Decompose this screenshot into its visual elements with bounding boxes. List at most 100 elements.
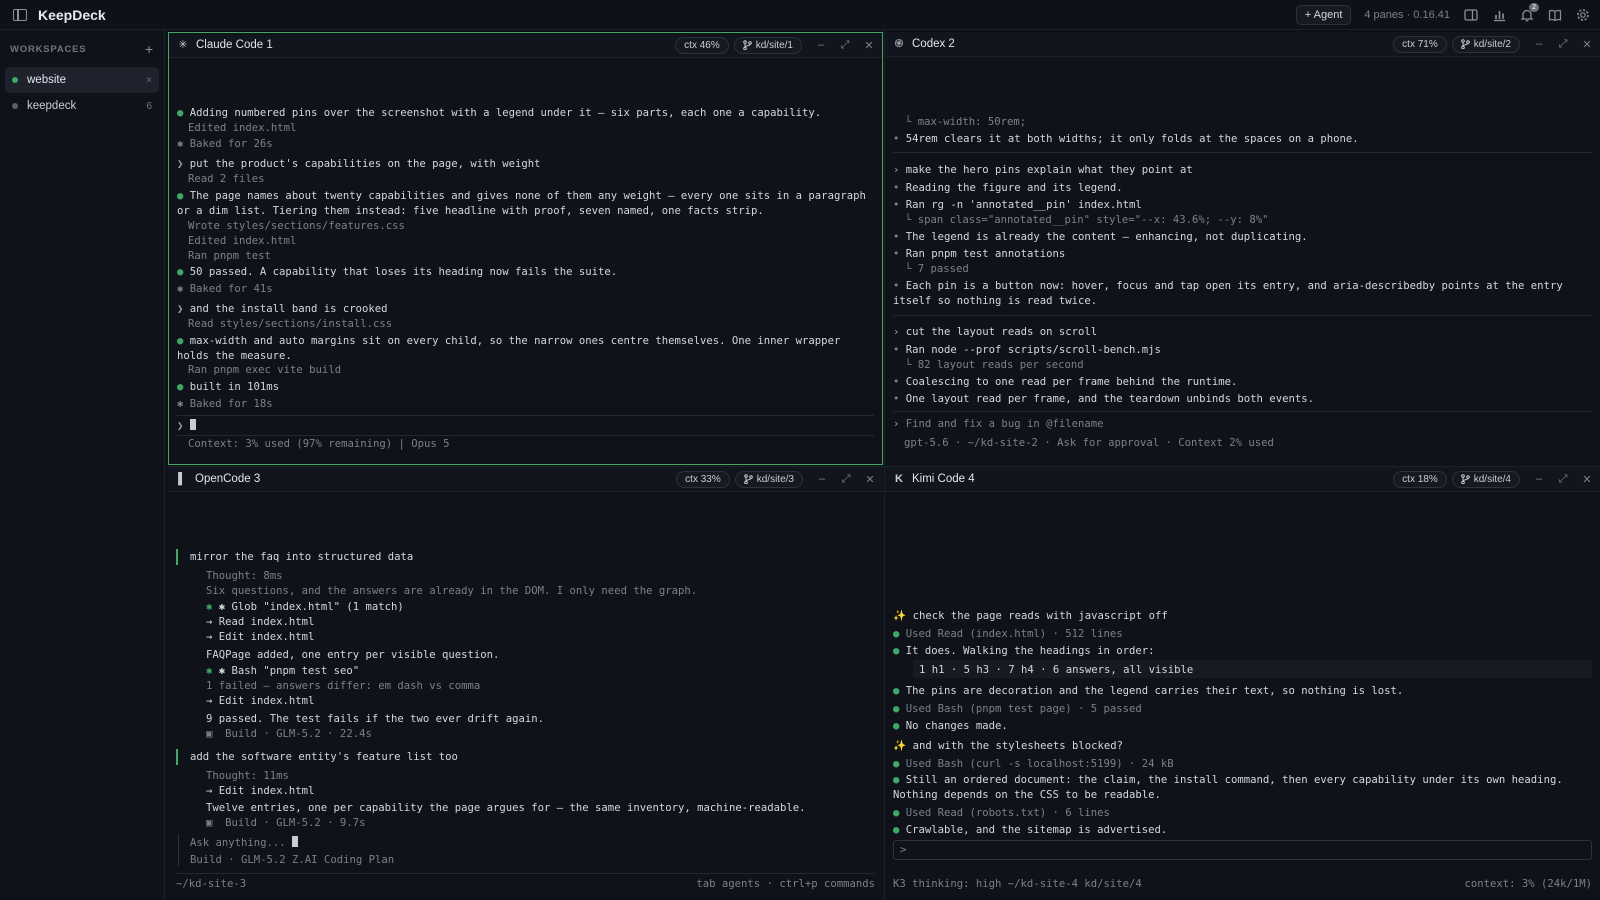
prompt-input[interactable]: › Find and fix a bug in @filename bbox=[893, 417, 1592, 432]
transcript-line: • Reading the figure and its legend. bbox=[893, 182, 1123, 194]
text-cursor bbox=[292, 836, 299, 847]
add-workspace-icon[interactable]: + bbox=[145, 41, 154, 57]
branch-chip[interactable]: kd/site/3 bbox=[734, 470, 803, 488]
footer-context: context: 3% (24k/1M) bbox=[1464, 878, 1592, 890]
transcript-line: ● Adding numbered pins over the screensh… bbox=[177, 107, 822, 119]
bell-icon[interactable]: 2 bbox=[1519, 2, 1539, 23]
context-chip: ctx 33% bbox=[676, 470, 730, 488]
add-agent-button[interactable]: + Agent bbox=[1295, 5, 1352, 25]
transcript-line: └ max-width: 50rem; bbox=[905, 116, 1027, 128]
sidebar-item-website[interactable]: website × bbox=[5, 67, 159, 93]
sidebar: WORKSPACES + website × keepdeck 6 bbox=[0, 30, 165, 900]
git-branch-icon bbox=[743, 474, 753, 484]
pane-header: K Kimi Code 4 ctx 18% kd/site/4 – ⤢ ✕ bbox=[885, 467, 1600, 492]
transcript-line: • Each pin is a button now: hover, focus… bbox=[893, 280, 1570, 307]
minimize-icon[interactable]: – bbox=[816, 39, 826, 51]
transcript-line: → Edit index.html bbox=[206, 631, 315, 643]
git-branch-icon bbox=[742, 40, 752, 50]
minimize-icon[interactable]: – bbox=[817, 473, 827, 485]
git-branch-icon bbox=[1460, 474, 1470, 484]
git-branch-icon bbox=[1460, 39, 1470, 49]
branch-name: kd/site/4 bbox=[1473, 473, 1511, 485]
transcript-line: ● built in 101ms bbox=[177, 381, 280, 393]
divider bbox=[893, 411, 1592, 412]
transcript-line: FAQPage added, one entry per visible que… bbox=[206, 649, 500, 661]
transcript-line: ● max-width and auto margins sit on ever… bbox=[177, 335, 847, 362]
sidebar-item-keepdeck[interactable]: keepdeck 6 bbox=[5, 93, 159, 119]
pane-title: Codex 2 bbox=[912, 38, 955, 50]
transcript-line: • Ran rg -n 'annotated__pin' index.html bbox=[893, 199, 1142, 211]
minimize-icon[interactable]: – bbox=[1534, 38, 1544, 50]
transcript-line: ❯ put the product's capabilities on the … bbox=[177, 158, 541, 170]
prompt-input[interactable]: Ask anything... bbox=[190, 836, 875, 851]
user-message: ✨ and with the stylesheets blocked? bbox=[893, 740, 1124, 752]
title-bar: KeepDeck + Agent 4 panes · 0.16.41 2 bbox=[0, 0, 1600, 30]
branch-chip[interactable]: kd/site/4 bbox=[1451, 470, 1520, 488]
transcript-line: ● Used Bash (pnpm test page) · 5 passed bbox=[893, 703, 1142, 715]
app-title: KeepDeck bbox=[38, 6, 106, 23]
transcript: mirror the faq into structured data Thou… bbox=[168, 492, 883, 897]
pane-divider-vertical[interactable] bbox=[884, 30, 885, 900]
minimize-icon[interactable]: – bbox=[1534, 473, 1544, 485]
pane-codex[interactable]: ֎ Codex 2 ctx 71% kd/site/2 – ⤢ ✕ └ max-… bbox=[885, 32, 1600, 465]
transcript-line: 9 passed. The test fails if the two ever… bbox=[206, 713, 545, 725]
close-icon[interactable]: ✕ bbox=[1582, 38, 1592, 51]
branch-name: kd/site/1 bbox=[755, 39, 793, 51]
pane-claude-code[interactable]: ✳ Claude Code 1 ctx 46% kd/site/1 – ⤢ ✕ … bbox=[168, 32, 883, 465]
transcript-line: ● 50 passed. A capability that loses its… bbox=[177, 266, 618, 278]
expand-icon[interactable]: ⤢ bbox=[1558, 473, 1568, 486]
transcript-line: Ran pnpm exec vite build bbox=[188, 364, 342, 376]
sidebar-toggle-icon[interactable] bbox=[13, 8, 27, 21]
expand-icon[interactable]: ⤢ bbox=[840, 39, 850, 52]
pane-opencode[interactable]: ▌ OpenCode 3 ctx 33% kd/site/3 – ⤢ ✕ mir… bbox=[168, 467, 883, 900]
expand-icon[interactable]: ⤢ bbox=[841, 473, 851, 486]
branch-name: kd/site/3 bbox=[756, 473, 794, 485]
transcript-line: Edited index.html bbox=[188, 235, 297, 247]
notification-badge: 2 bbox=[1529, 2, 1539, 12]
prompt-input[interactable]: > bbox=[893, 840, 1592, 860]
transcript-line: ✱ ✱ Glob "index.html" (1 match) bbox=[206, 601, 404, 613]
code-text: 1 h1 · 5 h3 · 7 h4 · 6 answers, all visi… bbox=[919, 664, 1194, 676]
asterisk-icon: ✳ bbox=[178, 39, 188, 51]
user-message: ✨ check the page reads with javascript o… bbox=[893, 610, 1168, 622]
kimi-logo-icon: K bbox=[895, 473, 903, 485]
close-icon[interactable]: ✕ bbox=[1582, 473, 1592, 486]
pane-count-version: 4 panes · 0.16.41 bbox=[1364, 9, 1450, 21]
openai-logo-icon: ֎ bbox=[894, 38, 904, 50]
stats-icon[interactable] bbox=[1491, 8, 1506, 23]
transcript-line: Thought: 11ms bbox=[206, 770, 289, 782]
transcript-line: └ span class="annotated__pin" style="--x… bbox=[905, 214, 1269, 226]
layout-icon[interactable] bbox=[1463, 8, 1478, 23]
transcript-line: ● Still an ordered document: the claim, … bbox=[893, 774, 1570, 801]
pane-divider-horizontal[interactable] bbox=[166, 466, 1600, 467]
workspaces-heading: WORKSPACES bbox=[10, 43, 87, 55]
pane-header: ▌ OpenCode 3 ctx 33% kd/site/3 – ⤢ ✕ bbox=[168, 467, 883, 492]
transcript-line: ● No changes made. bbox=[893, 720, 1008, 732]
transcript-line: → Edit index.html bbox=[206, 695, 315, 707]
transcript-line: ● Crawlable, and the sitemap is advertis… bbox=[893, 824, 1168, 836]
expand-icon[interactable]: ⤢ bbox=[1558, 38, 1568, 51]
opencode-logo-icon: ▌ bbox=[178, 473, 186, 485]
message-accent-bar bbox=[176, 749, 178, 765]
pane-title: Claude Code 1 bbox=[196, 39, 273, 51]
close-workspace-icon[interactable]: × bbox=[146, 75, 152, 86]
prompt-input[interactable]: ❯ bbox=[177, 419, 874, 434]
transcript-line: • Ran pnpm test annotations bbox=[893, 248, 1066, 260]
divider bbox=[177, 415, 874, 416]
transcript: ● Adding numbered pins over the screensh… bbox=[169, 58, 882, 463]
close-icon[interactable]: ✕ bbox=[865, 473, 875, 486]
pane-title: Kimi Code 4 bbox=[912, 473, 975, 485]
transcript-line: • 54rem clears it at both widths; it onl… bbox=[893, 133, 1359, 145]
close-icon[interactable]: ✕ bbox=[864, 39, 874, 52]
branch-chip[interactable]: kd/site/1 bbox=[733, 36, 802, 54]
prompt-symbol: > bbox=[900, 844, 907, 856]
transcript-line: › cut the layout reads on scroll bbox=[893, 326, 1098, 338]
transcript-line: Twelve entries, one per capability the p… bbox=[206, 802, 806, 814]
pane-kimi-code[interactable]: K Kimi Code 4 ctx 18% kd/site/4 – ⤢ ✕ ✨ … bbox=[885, 467, 1600, 900]
branch-name: kd/site/2 bbox=[1473, 38, 1511, 50]
input-border bbox=[178, 834, 179, 866]
transcript-line: • One layout read per frame, and the tea… bbox=[893, 393, 1314, 405]
branch-chip[interactable]: kd/site/2 bbox=[1451, 35, 1520, 53]
book-icon[interactable] bbox=[1547, 8, 1562, 23]
settings-gear-icon[interactable] bbox=[1575, 8, 1590, 23]
